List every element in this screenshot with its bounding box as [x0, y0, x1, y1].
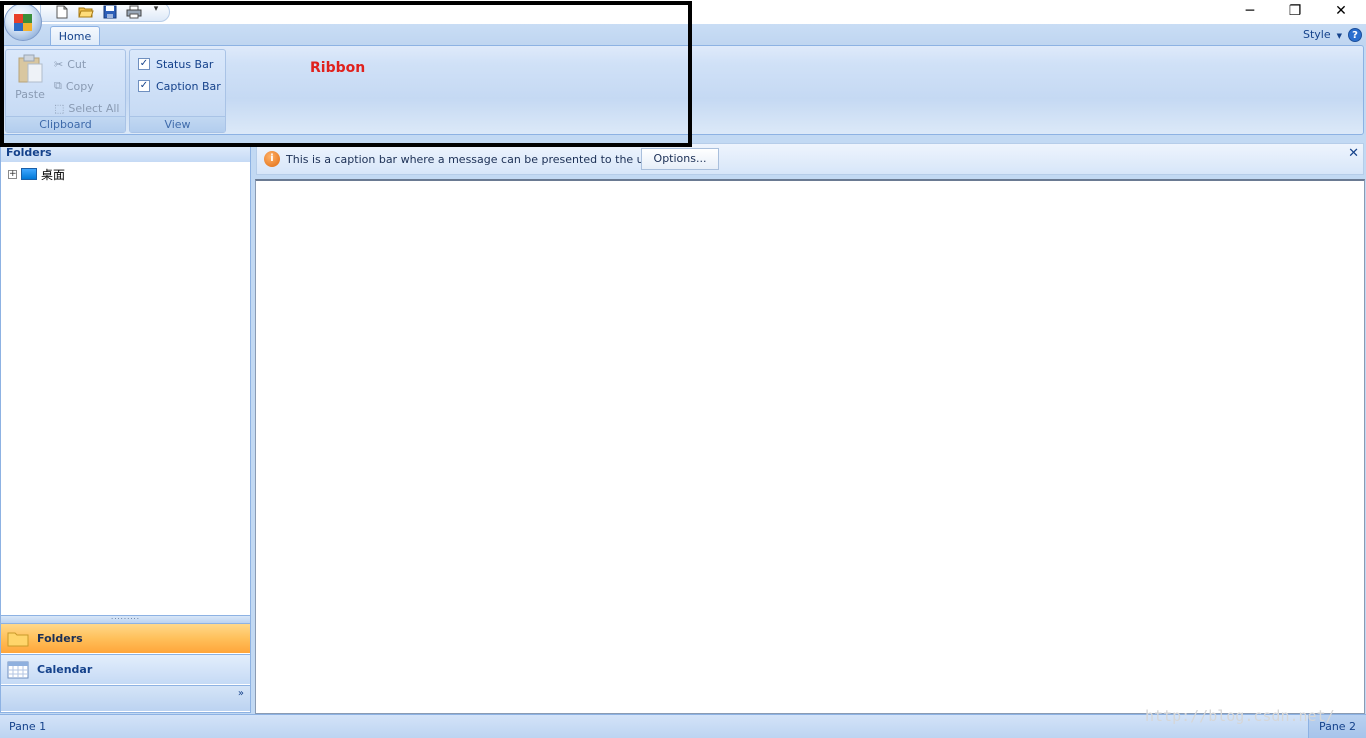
paste-icon	[18, 54, 43, 83]
restore-button[interactable]: ❐	[1272, 0, 1318, 22]
copy-icon: ⧉	[54, 79, 62, 92]
close-button[interactable]: ✕	[1318, 0, 1364, 22]
expand-icon[interactable]: +	[8, 169, 17, 179]
help-icon[interactable]: ?	[1348, 28, 1362, 42]
tab-home[interactable]: Home	[50, 26, 100, 47]
minimize-button[interactable]: ─	[1227, 0, 1273, 22]
status-bar-checkbox[interactable]: ✓ Status Bar	[138, 54, 213, 74]
nav-folders-label: Folders	[37, 632, 83, 645]
checkbox-checked-icon: ✓	[138, 80, 150, 92]
nav-calendar-button[interactable]: Calendar	[1, 654, 250, 684]
main-view-area[interactable]	[255, 179, 1365, 714]
select-all-label: Select All	[68, 101, 120, 115]
print-icon[interactable]	[125, 4, 143, 20]
caption-bar-label: Caption Bar	[156, 79, 221, 93]
watermark: http://blog.csdn.net/	[1145, 707, 1335, 725]
new-file-icon[interactable]	[53, 4, 71, 20]
style-menu[interactable]: Style ▼	[1303, 28, 1342, 41]
navigation-pane: Folders + 桌面 ········· Folders Calendar …	[0, 143, 251, 713]
status-pane-1: Pane 1	[9, 720, 47, 733]
view-group-label: View	[130, 116, 225, 132]
chevron-down-icon: ▼	[1336, 32, 1342, 40]
cut-button[interactable]: ✂ Cut	[54, 54, 86, 74]
select-all-button[interactable]: ⬚ Select All	[54, 98, 119, 118]
nav-calendar-label: Calendar	[37, 663, 93, 676]
nav-folders-button[interactable]: Folders	[1, 623, 250, 653]
caption-bar-checkbox[interactable]: ✓ Caption Bar	[138, 76, 221, 96]
mfc-logo-icon	[14, 14, 32, 31]
annotation-label: Ribbon	[310, 60, 366, 76]
close-icon[interactable]: ✕	[1348, 146, 1359, 161]
paste-button[interactable]: Paste	[10, 54, 50, 108]
status-bar-label: Status Bar	[156, 57, 214, 71]
view-group: ✓ Status Bar ✓ Caption Bar View	[129, 49, 226, 133]
title-bar: ▾ ─ ❐ ✕	[0, 0, 1366, 24]
options-button[interactable]: Options...	[641, 148, 719, 170]
ribbon-tab-strip: Home Style ▼ ?	[0, 24, 1366, 47]
copy-label: Copy	[65, 79, 94, 93]
chevron-right-icon[interactable]: »	[238, 688, 244, 699]
calendar-icon	[7, 661, 29, 678]
clipboard-group: Paste ✂ Cut ⧉ Copy ⬚ Select All Clipboar…	[5, 49, 126, 133]
qat-customize-arrow[interactable]: ▾	[150, 4, 162, 18]
select-all-icon: ⬚	[54, 101, 65, 115]
ribbon-panel: Paste ✂ Cut ⧉ Copy ⬚ Select All Clipboar…	[2, 45, 1364, 135]
open-folder-icon[interactable]	[77, 4, 95, 20]
cut-label: Cut	[67, 57, 87, 71]
checkbox-checked-icon: ✓	[138, 58, 150, 70]
caption-bar: i This is a caption bar where a message …	[256, 143, 1364, 175]
copy-button[interactable]: ⧉ Copy	[54, 76, 94, 96]
tree-item-label: 桌面	[41, 167, 66, 182]
style-menu-label: Style	[1302, 28, 1331, 41]
application-button[interactable]	[4, 3, 42, 41]
desktop-icon	[21, 168, 37, 180]
save-icon[interactable]	[101, 4, 119, 20]
info-icon: i	[264, 151, 280, 167]
pane-header: Folders	[1, 144, 250, 162]
tree-item-desktop[interactable]: + 桌面	[8, 166, 65, 182]
nav-overflow-bar: »	[1, 685, 250, 711]
caption-message: This is a caption bar where a message ca…	[286, 153, 664, 166]
clipboard-group-label: Clipboard	[6, 116, 125, 132]
scissors-icon: ✂	[54, 57, 64, 71]
paste-label: Paste	[15, 88, 45, 101]
folder-icon	[7, 632, 29, 646]
pane-splitter[interactable]: ·········	[1, 615, 250, 623]
